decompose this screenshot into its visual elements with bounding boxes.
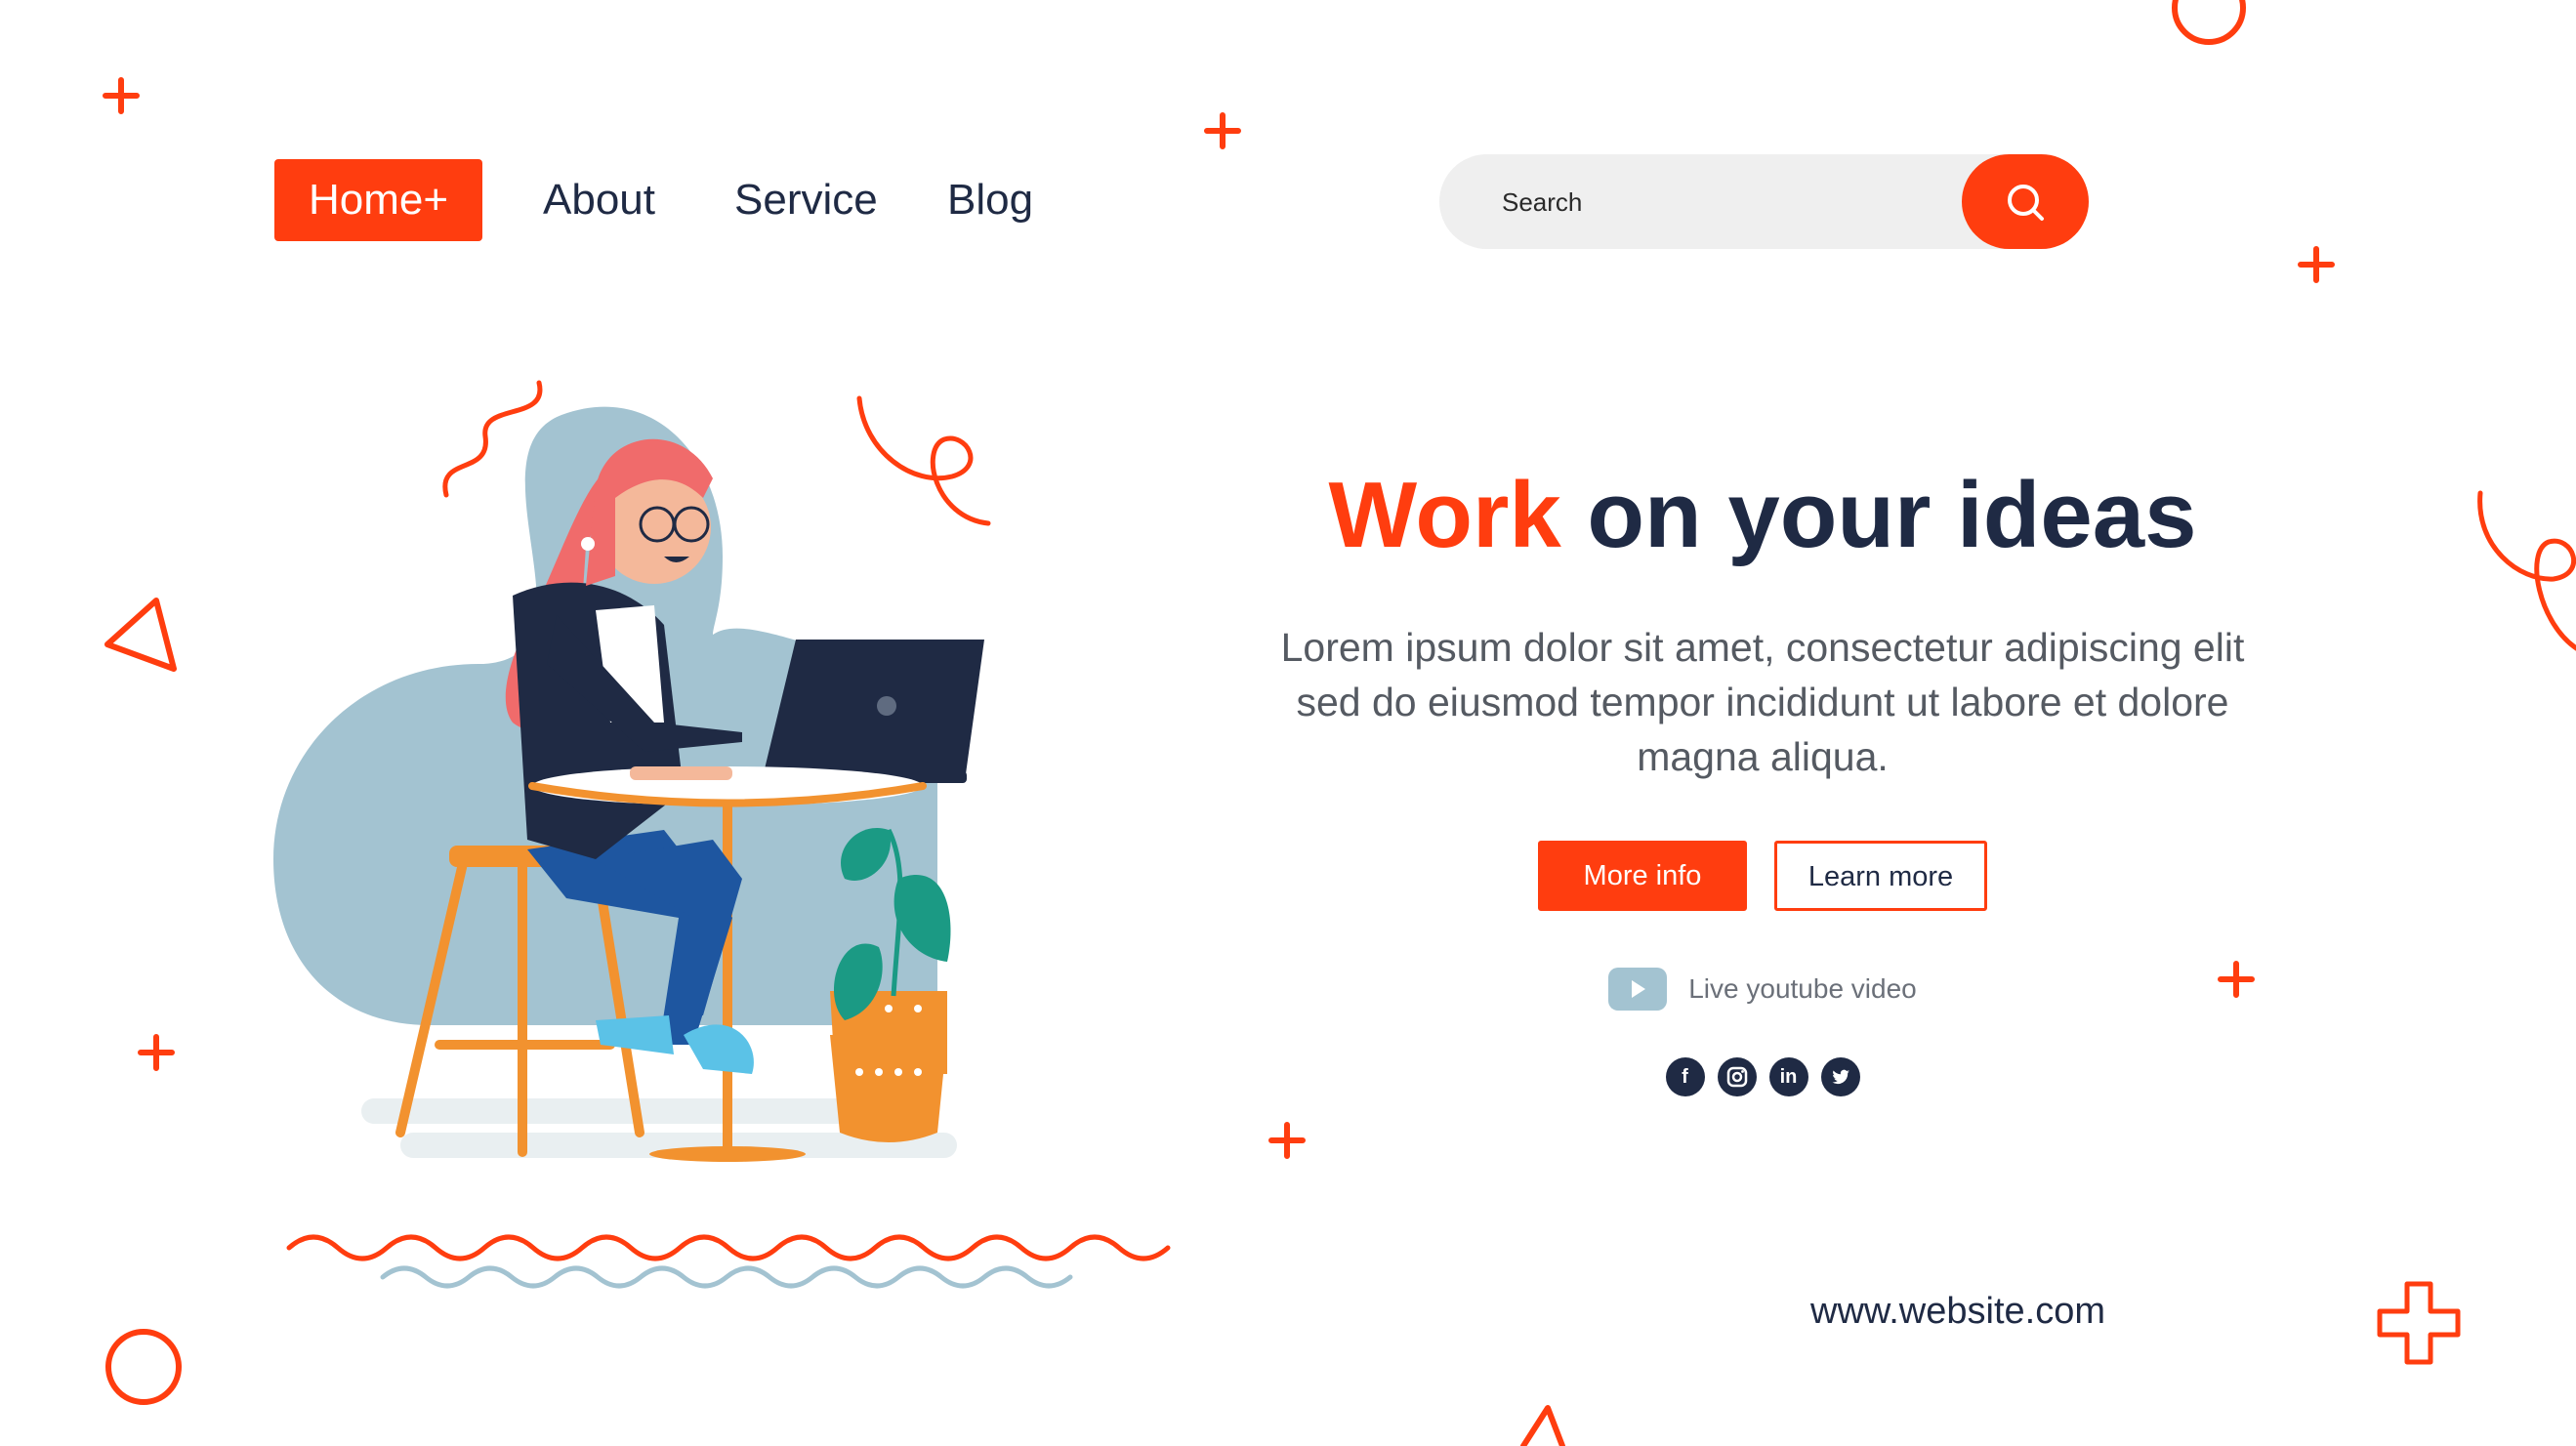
hero-title: Work on your ideas bbox=[1211, 459, 2314, 571]
circle-deco bbox=[105, 1329, 182, 1405]
top-navigation: Home+ About Service Blog bbox=[0, 0, 2576, 254]
youtube-icon bbox=[1608, 968, 1668, 1012]
woman-at-laptop-illustration bbox=[273, 406, 984, 1162]
website-url[interactable]: www.website.com bbox=[1465, 1291, 2451, 1333]
twitter-icon[interactable] bbox=[1820, 1057, 1860, 1097]
triangle-deco bbox=[1520, 1405, 1565, 1446]
hero-description: Lorem ipsum dolor sit amet, consectetur … bbox=[1280, 625, 2245, 780]
learn-more-button[interactable]: Learn more bbox=[1774, 841, 1987, 912]
instagram-icon[interactable] bbox=[1717, 1057, 1757, 1097]
facebook-icon-glyph: f bbox=[1682, 1065, 1688, 1088]
twitter-glyph bbox=[1832, 1069, 1849, 1085]
linkedin-icon[interactable]: in bbox=[1768, 1057, 1808, 1097]
search-input[interactable] bbox=[1500, 154, 1953, 251]
search-box bbox=[1439, 154, 2089, 251]
triangle-deco bbox=[104, 598, 177, 672]
nav-item-home[interactable]: Home+ bbox=[274, 159, 482, 241]
hero-section: Work on your ideas Lorem ipsum dolor sit… bbox=[1211, 459, 2314, 1097]
cta-row: More info Learn more bbox=[1211, 841, 2314, 912]
social-links: f in bbox=[1211, 1057, 2314, 1097]
facebook-icon[interactable]: f bbox=[1665, 1057, 1705, 1097]
live-video-label: Live youtube video bbox=[1688, 973, 1917, 1005]
live-video-link[interactable]: Live youtube video bbox=[1211, 968, 2314, 1012]
nav-item-blog[interactable]: Blog bbox=[947, 159, 1033, 241]
hero-title-rest: on your ideas bbox=[1560, 463, 2197, 567]
nav-item-service[interactable]: Service bbox=[734, 159, 878, 241]
linkedin-icon-glyph: in bbox=[1779, 1065, 1798, 1088]
plus-deco bbox=[138, 1034, 175, 1071]
search-icon bbox=[2008, 184, 2044, 221]
hero-title-accent: Work bbox=[1328, 463, 1561, 567]
more-info-button[interactable]: More info bbox=[1538, 841, 1747, 912]
plus-deco bbox=[1268, 1122, 1306, 1159]
search-button[interactable] bbox=[1962, 154, 2089, 249]
curl-deco bbox=[2477, 490, 2576, 651]
instagram-glyph bbox=[1726, 1066, 1747, 1088]
nav-item-about[interactable]: About bbox=[543, 159, 655, 241]
